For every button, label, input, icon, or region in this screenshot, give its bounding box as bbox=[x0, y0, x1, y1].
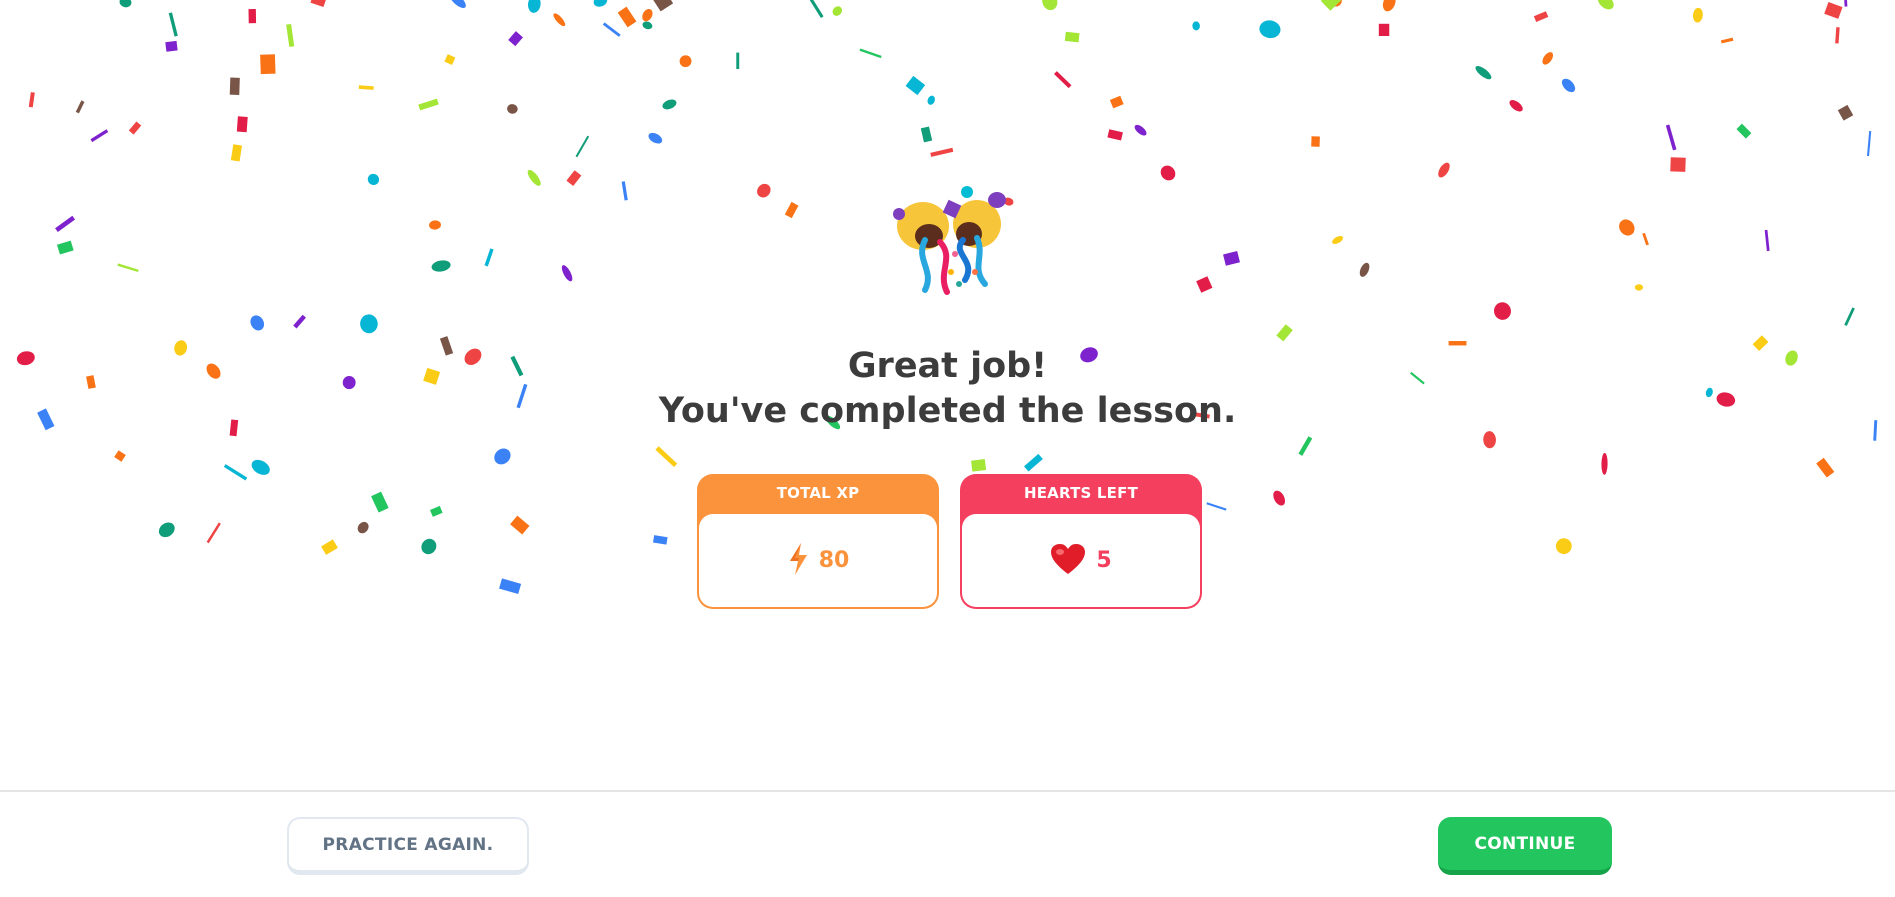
lightning-bolt-icon bbox=[787, 542, 809, 580]
total-xp-label: TOTAL XP bbox=[776, 484, 860, 502]
party-popper-icon bbox=[885, 180, 1013, 308]
total-xp-card: TOTAL XP 80 bbox=[697, 474, 939, 609]
headline-lesson-completed: You've completed the lesson. bbox=[658, 391, 1237, 431]
main-content: Great job! You've completed the lesson. … bbox=[0, 0, 1895, 790]
total-xp-body: 80 bbox=[699, 514, 937, 607]
footer-bar: PRACTICE AGAIN. CONTINUE bbox=[0, 790, 1895, 897]
total-xp-value: 80 bbox=[818, 548, 850, 573]
hearts-left-card: HEARTS LEFT 5 bbox=[960, 474, 1202, 609]
headline-great-job: Great job! bbox=[847, 346, 1048, 386]
continue-button[interactable]: CONTINUE bbox=[1438, 817, 1612, 875]
lesson-complete-screen: Great job! You've completed the lesson. … bbox=[0, 0, 1895, 897]
hearts-left-label: HEARTS LEFT bbox=[1023, 484, 1139, 502]
hearts-left-body: 5 bbox=[962, 514, 1200, 607]
hearts-left-value: 5 bbox=[1096, 548, 1112, 573]
practice-again-button[interactable]: PRACTICE AGAIN. bbox=[287, 817, 529, 875]
heart-icon bbox=[1050, 543, 1086, 579]
